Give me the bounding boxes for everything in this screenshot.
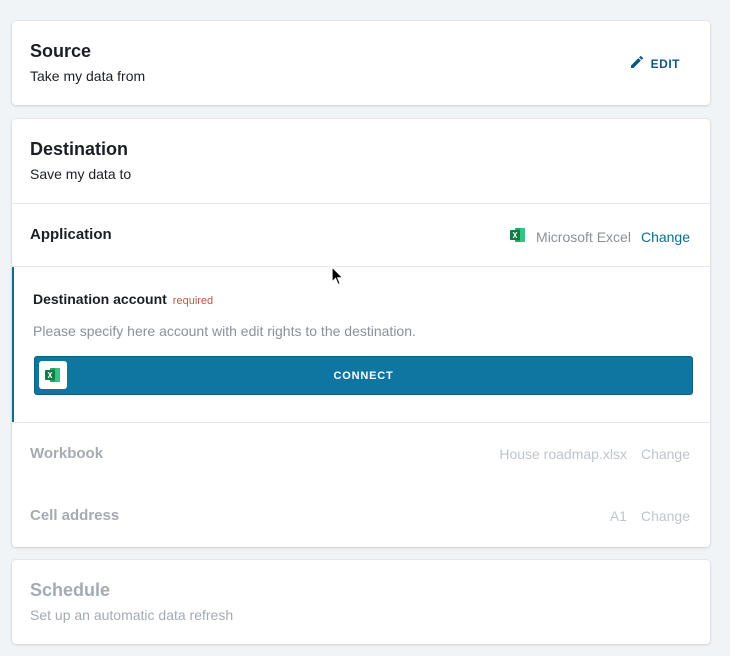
destination-account-label: Destination account required [33,291,213,307]
excel-icon [510,227,526,246]
destination-card: Destination Save my data to Application … [12,119,710,547]
edit-label: EDIT [650,56,680,71]
cell-address-change-link[interactable]: Change [641,508,690,524]
pencil-icon [629,54,645,73]
destination-subtitle: Save my data to [30,166,132,182]
divider [12,203,710,204]
connect-label: CONNECT [333,369,394,382]
schedule-subtitle: Set up an automatic data refresh [30,607,234,623]
schedule-card[interactable]: Schedule Set up an automatic data refres… [12,560,710,644]
destination-account-section: Destination account required Please speci… [12,267,710,423]
source-title: Source [30,41,92,61]
schedule-title: Schedule [30,580,111,600]
cell-address-value-group: A1 Change [610,508,690,524]
source-edit-button[interactable]: EDIT [629,54,680,73]
mouse-cursor-icon [331,265,345,291]
cell-address-label: Cell address [30,507,120,524]
workbook-value: House roadmap.xlsx [499,446,627,462]
workbook-change-link[interactable]: Change [641,446,690,462]
required-badge: required [172,295,214,307]
application-label: Application [30,226,112,243]
destination-account-help: Please specify here account with edit ri… [33,323,416,339]
page-heading-partial [30,0,36,11]
workbook-label: Workbook [30,445,104,462]
application-value: Microsoft Excel [536,228,631,245]
source-card: Source Take my data from EDIT [12,21,710,105]
excel-icon [39,361,67,389]
connect-button[interactable]: CONNECT [34,356,693,395]
application-value-group: Microsoft Excel Change [510,227,690,246]
application-change-link[interactable]: Change [641,229,690,245]
workbook-value-group: House roadmap.xlsx Change [499,446,690,462]
destination-account-label-text: Destination account [33,291,167,307]
destination-title: Destination [30,139,129,159]
source-subtitle: Take my data from [30,68,146,84]
divider [12,422,710,423]
cell-address-value: A1 [609,508,627,524]
